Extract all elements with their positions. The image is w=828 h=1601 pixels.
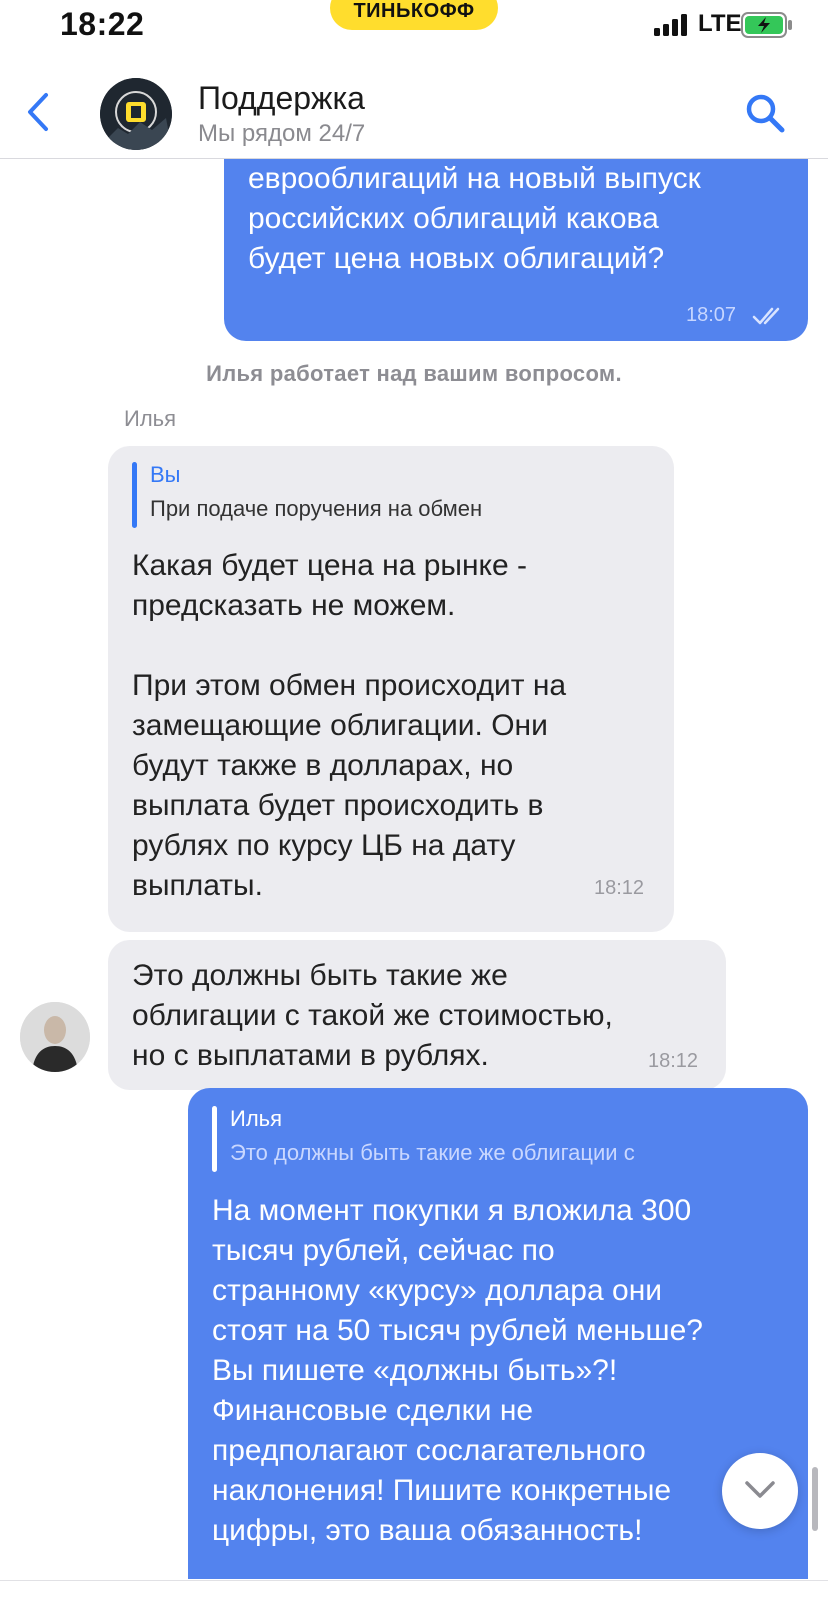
message-text: При подаче поручения на обмен еврооблига… xyxy=(248,162,701,275)
back-chevron-icon[interactable] xyxy=(24,92,52,137)
scroll-down-button[interactable] xyxy=(722,1453,798,1529)
support-avatar[interactable] xyxy=(100,78,172,150)
reply-quote[interactable]: Вы При подаче поручения на обмен xyxy=(132,462,552,532)
message-text: Это должны быть такие же облигации с так… xyxy=(132,959,613,1072)
quote-bar xyxy=(212,1106,217,1172)
divider xyxy=(0,1580,828,1581)
quote-author: Вы xyxy=(150,462,181,487)
message-time: 18:07 xyxy=(686,304,737,326)
chat-scroll-area[interactable]: При подаче поручения на обмен еврооблига… xyxy=(0,159,828,1579)
chat-title: Поддержка xyxy=(198,80,365,116)
network-type: LTE xyxy=(698,10,742,37)
battery-charging-icon xyxy=(741,12,793,43)
chevron-down-icon xyxy=(745,1481,775,1498)
incoming-message[interactable]: Вы При подаче поручения на обмен Какая б… xyxy=(108,446,674,932)
quote-bar xyxy=(132,462,137,528)
sender-name: Илья xyxy=(124,406,177,431)
outgoing-message[interactable]: При подаче поручения на обмен еврооблига… xyxy=(224,159,808,341)
chat-subtitle: Мы рядом 24/7 xyxy=(198,120,366,147)
quote-author: Илья xyxy=(230,1106,283,1131)
bank-badge: ТИНЬКОФФ xyxy=(330,0,498,30)
search-icon[interactable] xyxy=(744,92,786,139)
status-time: 18:22 xyxy=(60,6,145,42)
scrollbar[interactable] xyxy=(812,1467,818,1531)
message-text: На момент покупки я вложила 300 тысяч ру… xyxy=(212,1194,703,1547)
chat-header: Поддержка Мы рядом 24/7 xyxy=(0,54,828,159)
incoming-message[interactable]: Это должны быть такие же облигации с так… xyxy=(108,940,726,1090)
message-time: 18:12 xyxy=(648,1050,699,1072)
status-bar: 18:22 ТИНЬКОФФ LTE xyxy=(0,0,828,50)
outgoing-message[interactable]: Илья Это должны быть такие же облигации … xyxy=(188,1088,808,1579)
agent-avatar[interactable] xyxy=(20,1002,90,1072)
signal-icon xyxy=(654,14,690,41)
quote-text: Это должны быть такие же облигации с xyxy=(230,1140,635,1165)
double-check-icon xyxy=(752,307,786,330)
message-time: 18:12 xyxy=(594,877,645,899)
reply-quote[interactable]: Илья Это должны быть такие же облигации … xyxy=(212,1106,732,1176)
system-note: Илья работает над вашим вопросом. xyxy=(206,361,622,386)
quote-text: При подаче поручения на обмен xyxy=(150,496,483,521)
message-text: Какая будет цена на рынке - предсказать … xyxy=(132,549,567,902)
